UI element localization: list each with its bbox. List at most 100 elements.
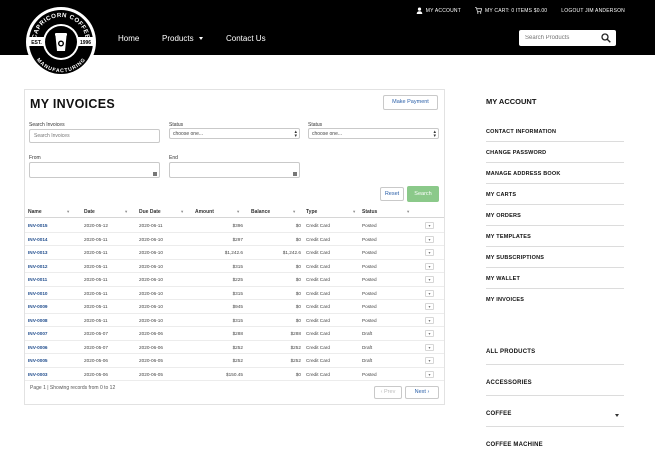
search-invoices-input[interactable] bbox=[29, 129, 160, 143]
invoice-name-link[interactable]: INV-0010 bbox=[28, 291, 48, 296]
sidebar-link[interactable]: MY INVOICES bbox=[486, 297, 524, 303]
column-amount[interactable]: Amount bbox=[195, 209, 214, 215]
table-row[interactable]: INV-0007 2020-05-07 2020-06-06 $288 $288 Cred… bbox=[25, 327, 444, 341]
sidebar-category[interactable]: ACCESSORIES bbox=[486, 380, 532, 386]
sort-icon[interactable]: ▾ bbox=[293, 209, 295, 215]
invoice-name-link[interactable]: INV-0012 bbox=[28, 264, 48, 269]
divider bbox=[486, 204, 624, 205]
row-actions-dropdown-icon[interactable]: ▾ bbox=[425, 303, 434, 310]
status-select-1[interactable]: choose one... ▴ ▾ bbox=[169, 128, 300, 139]
invoice-name-link[interactable]: INV-0008 bbox=[28, 318, 48, 323]
reset-button[interactable]: Reset bbox=[380, 187, 404, 201]
sidebar-link[interactable]: CONTACT INFORMATION bbox=[486, 129, 556, 135]
column-status[interactable]: Status bbox=[362, 209, 377, 215]
invoice-name-link[interactable]: INV-0011 bbox=[28, 277, 47, 282]
sort-icon[interactable]: ▾ bbox=[67, 209, 69, 215]
invoice-due-date: 2020-06-10 bbox=[139, 263, 163, 269]
row-actions-dropdown-icon[interactable]: ▾ bbox=[425, 276, 434, 283]
invoice-name-link[interactable]: INV-0014 bbox=[28, 237, 48, 242]
nav-home[interactable]: Home bbox=[118, 34, 139, 43]
table-row[interactable]: INV-0009 2020-05-11 2020-06-10 $945 $0 Credit… bbox=[25, 300, 444, 314]
nav-products[interactable]: Products bbox=[162, 34, 203, 43]
table-row[interactable]: INV-0013 2020-05-11 2020-06-10 $1,242.6 $1,2… bbox=[25, 246, 444, 260]
table-row[interactable]: INV-0006 2020-05-07 2020-06-06 $252 $252 Cred… bbox=[25, 341, 444, 354]
invoice-name-link[interactable]: INV-0015 bbox=[28, 223, 48, 228]
invoice-balance: $0 bbox=[295, 290, 301, 296]
table-row[interactable]: INV-0003 2020-05-06 2020-06-05 $150.45 $0 Cre… bbox=[25, 368, 444, 381]
row-actions-dropdown-icon[interactable]: ▾ bbox=[425, 330, 434, 337]
my-cart-link[interactable]: MY CART: 0 ITEMS $0.00 bbox=[474, 7, 547, 14]
search-icon[interactable] bbox=[601, 33, 611, 43]
invoice-name-link[interactable]: INV-0007 bbox=[28, 331, 48, 336]
table-row[interactable]: INV-0010 2020-05-11 2020-06-10 $315 $0 Credit… bbox=[25, 287, 444, 300]
invoices-panel: MY INVOICES Make Payment Search Invoices… bbox=[24, 89, 445, 405]
divider bbox=[486, 364, 624, 365]
column-type[interactable]: Type bbox=[306, 209, 317, 215]
chevron-down-icon[interactable] bbox=[615, 414, 619, 417]
end-date-input[interactable] bbox=[169, 162, 300, 178]
invoice-status: Draft bbox=[362, 344, 373, 350]
column-balance[interactable]: Balance bbox=[251, 209, 270, 215]
prev-page-button[interactable]: ‹ Prev bbox=[374, 386, 402, 399]
invoice-name-link[interactable]: INV-0003 bbox=[28, 372, 48, 377]
search-input[interactable] bbox=[525, 33, 597, 43]
sidebar-category[interactable]: COFFEE MACHINE bbox=[486, 442, 543, 448]
search-invoices-label: Search Invoices bbox=[29, 122, 65, 128]
invoice-date: 2020-05-11 bbox=[84, 290, 108, 296]
table-row[interactable]: INV-0015 2020-05-12 2020-06-11 $396 $0 Credit… bbox=[25, 219, 444, 233]
sort-icon[interactable]: ▾ bbox=[181, 209, 183, 215]
invoice-balance: $0 bbox=[295, 317, 301, 323]
sidebar-link[interactable]: MY CARTS bbox=[486, 192, 516, 198]
make-payment-button[interactable]: Make Payment bbox=[383, 95, 438, 110]
table-row[interactable]: INV-0011 2020-05-11 2020-06-10 $225 $0 Credit… bbox=[25, 273, 444, 287]
sort-icon[interactable]: ▾ bbox=[353, 209, 355, 215]
next-page-button[interactable]: Next › bbox=[405, 386, 439, 399]
row-actions-dropdown-icon[interactable]: ▾ bbox=[425, 357, 434, 364]
row-actions-dropdown-icon[interactable]: ▾ bbox=[425, 235, 434, 243]
table-row[interactable]: INV-0005 2020-05-06 2020-06-05 $252 $252 Cred… bbox=[25, 354, 444, 368]
status-select-2[interactable]: choose one... ▴ ▾ bbox=[308, 128, 439, 139]
sort-icon[interactable]: ▾ bbox=[407, 209, 409, 215]
sidebar-link[interactable]: MANAGE ADDRESS BOOK bbox=[486, 171, 561, 177]
invoice-name-link[interactable]: INV-0013 bbox=[28, 250, 48, 255]
my-account-link[interactable]: MY ACCOUNT bbox=[416, 7, 461, 14]
brand-logo[interactable]: CAPRICORN COFFEE MANUFACTURING EST. 1996 bbox=[24, 5, 98, 79]
invoice-name-link[interactable]: INV-0009 bbox=[28, 304, 48, 309]
column-due-date[interactable]: Due Date bbox=[139, 209, 161, 215]
sidebar-category[interactable]: COFFEE bbox=[486, 411, 512, 417]
invoice-amount: $252 bbox=[232, 344, 243, 350]
sidebar-link[interactable]: MY ORDERS bbox=[486, 213, 521, 219]
invoice-balance: $252 bbox=[290, 344, 301, 350]
row-actions-dropdown-icon[interactable]: ▾ bbox=[425, 262, 434, 270]
calendar-icon[interactable] bbox=[153, 172, 157, 176]
row-actions-dropdown-icon[interactable]: ▾ bbox=[425, 343, 434, 351]
sidebar-link[interactable]: MY SUBSCRIPTIONS bbox=[486, 255, 544, 261]
sidebar-category[interactable]: ALL PRODUCTS bbox=[486, 349, 535, 355]
row-actions-dropdown-icon[interactable]: ▾ bbox=[425, 370, 434, 378]
invoice-amount: $288 bbox=[232, 331, 243, 336]
sort-icon[interactable]: ▾ bbox=[237, 209, 239, 215]
invoice-status: Posted bbox=[362, 317, 377, 323]
table-row[interactable]: INV-0008 2020-05-11 2020-06-10 $315 $0 Credit… bbox=[25, 314, 444, 327]
row-actions-dropdown-icon[interactable]: ▾ bbox=[425, 249, 434, 256]
row-actions-dropdown-icon[interactable]: ▾ bbox=[425, 289, 434, 297]
row-actions-dropdown-icon[interactable]: ▾ bbox=[425, 316, 434, 324]
invoice-name-link[interactable]: INV-0005 bbox=[28, 358, 48, 363]
page-title: MY INVOICES bbox=[30, 97, 116, 111]
sort-icon[interactable]: ▾ bbox=[125, 209, 127, 215]
table-row[interactable]: INV-0014 2020-05-11 2020-06-10 $297 $0 Credit… bbox=[25, 233, 444, 246]
column-name[interactable]: Name bbox=[28, 209, 42, 215]
row-actions-dropdown-icon[interactable]: ▾ bbox=[425, 222, 434, 229]
table-row[interactable]: INV-0012 2020-05-11 2020-06-10 $315 $0 Credit… bbox=[25, 260, 444, 273]
invoice-date: 2020-05-11 bbox=[84, 304, 108, 309]
nav-contact-us[interactable]: Contact Us bbox=[226, 34, 266, 43]
calendar-icon[interactable] bbox=[293, 172, 297, 176]
sidebar-link[interactable]: MY TEMPLATES bbox=[486, 234, 531, 240]
logout-link[interactable]: LOGOUT JIM ANDERSON bbox=[561, 8, 625, 14]
sidebar-link[interactable]: MY WALLET bbox=[486, 276, 520, 282]
invoice-name-link[interactable]: INV-0006 bbox=[28, 345, 48, 350]
column-date[interactable]: Date bbox=[84, 209, 95, 215]
search-button[interactable]: Search bbox=[407, 186, 439, 202]
sidebar-link[interactable]: CHANGE PASSWORD bbox=[486, 150, 546, 156]
from-date-input[interactable] bbox=[29, 162, 160, 178]
